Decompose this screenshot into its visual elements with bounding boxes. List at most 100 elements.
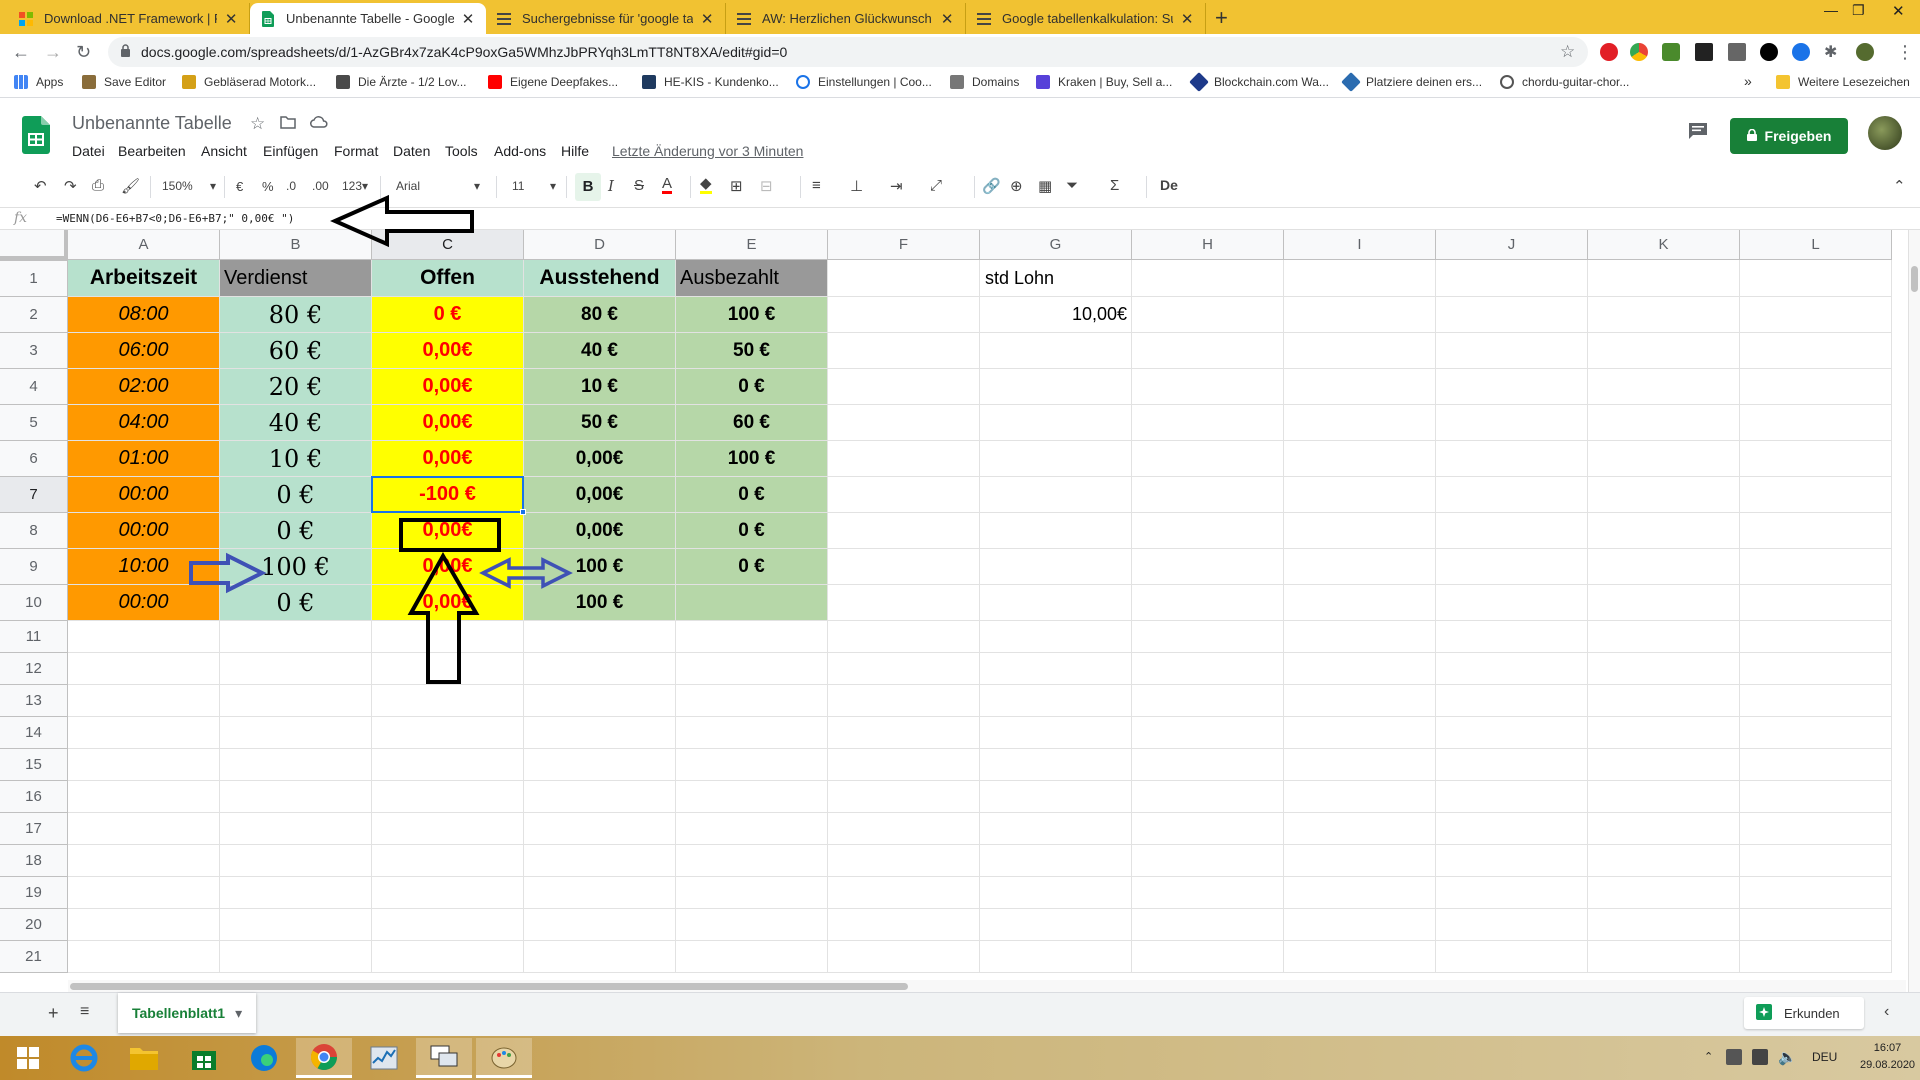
all-sheets-icon[interactable]: ≡ [80, 1003, 89, 1021]
sheet-tab[interactable]: Tabellenblatt1 ▾ [118, 993, 257, 1033]
row-header-17[interactable]: 17 [0, 813, 68, 845]
cell-g14[interactable] [980, 717, 1132, 749]
cell-e13[interactable] [676, 685, 828, 717]
cell-a7[interactable]: 00:00 [68, 477, 220, 513]
eye-extension-icon[interactable] [1760, 43, 1778, 61]
cell-h9[interactable] [1132, 549, 1284, 585]
cell-j8[interactable] [1436, 513, 1588, 549]
column-header-d[interactable]: D [524, 230, 676, 260]
cell-f1[interactable] [828, 260, 980, 297]
star-icon[interactable]: ☆ [250, 114, 265, 134]
cell-g20[interactable] [980, 909, 1132, 941]
cell-b5[interactable]: 40 € [220, 405, 372, 441]
cell-l17[interactable] [1740, 813, 1892, 845]
cell-d11[interactable] [524, 621, 676, 653]
cell-e9[interactable]: 0 € [676, 549, 828, 585]
cell-k16[interactable] [1588, 781, 1740, 813]
cell-j13[interactable] [1436, 685, 1588, 717]
minimize-icon[interactable]: — [1824, 2, 1838, 18]
cell-g6[interactable] [980, 441, 1132, 477]
cell-c17[interactable] [372, 813, 524, 845]
last-edit-link[interactable]: Letzte Änderung vor 3 Minuten [612, 143, 803, 159]
cell-h21[interactable] [1132, 941, 1284, 973]
cell-f7[interactable] [828, 477, 980, 513]
cell-i1[interactable] [1284, 260, 1436, 297]
horizontal-align-icon[interactable]: ≡ [812, 177, 821, 194]
cell-l18[interactable] [1740, 845, 1892, 877]
cell-k3[interactable] [1588, 333, 1740, 369]
cell-k7[interactable] [1588, 477, 1740, 513]
cell-d6[interactable]: 0,00€ [524, 441, 676, 477]
cell-f10[interactable] [828, 585, 980, 621]
cell-l14[interactable] [1740, 717, 1892, 749]
task-manager-icon[interactable] [356, 1038, 412, 1078]
cell-k15[interactable] [1588, 749, 1740, 781]
cell-j14[interactable] [1436, 717, 1588, 749]
cell-e20[interactable] [676, 909, 828, 941]
cell-g15[interactable] [980, 749, 1132, 781]
cell-k18[interactable] [1588, 845, 1740, 877]
cell-i19[interactable] [1284, 877, 1436, 909]
cell-b6[interactable]: 10 € [220, 441, 372, 477]
row-header-9[interactable]: 9 [0, 549, 68, 585]
cell-l5[interactable] [1740, 405, 1892, 441]
cell-j16[interactable] [1436, 781, 1588, 813]
column-header-l[interactable]: L [1740, 230, 1892, 260]
menu-einfuegen[interactable]: Einfügen [263, 143, 318, 159]
cell-b16[interactable] [220, 781, 372, 813]
cell-i20[interactable] [1284, 909, 1436, 941]
close-icon[interactable]: ✕ [699, 10, 715, 28]
cell-j1[interactable] [1436, 260, 1588, 297]
cell-e19[interactable] [676, 877, 828, 909]
cell-d17[interactable] [524, 813, 676, 845]
insert-chart-icon[interactable]: ▦ [1038, 177, 1052, 195]
merge-cells-icon[interactable]: ⊟ [760, 177, 773, 195]
cell-c9[interactable]: 0,00€ [372, 549, 524, 585]
percent-format-button[interactable]: % [262, 179, 274, 194]
cell-f12[interactable] [828, 653, 980, 685]
cell-d16[interactable] [524, 781, 676, 813]
cell-k1[interactable] [1588, 260, 1740, 297]
vertical-align-icon[interactable]: ⊥ [850, 177, 863, 195]
cell-a8[interactable]: 00:00 [68, 513, 220, 549]
avatar[interactable] [1868, 116, 1902, 150]
spreadsheet-grid[interactable]: A B C D E F G H I J K L 1 Arbeitszeit Verdienst Offen Au… [0, 230, 1920, 992]
forward-icon[interactable]: → [44, 42, 62, 63]
cell-k9[interactable] [1588, 549, 1740, 585]
cell-b2[interactable]: 80 € [220, 297, 372, 333]
cell-g12[interactable] [980, 653, 1132, 685]
cell-h10[interactable] [1132, 585, 1284, 621]
cell-d14[interactable] [524, 717, 676, 749]
cell-l13[interactable] [1740, 685, 1892, 717]
insert-link-icon[interactable]: 🔗 [982, 177, 1001, 195]
row-header-21[interactable]: 21 [0, 941, 68, 973]
cell-a19[interactable] [68, 877, 220, 909]
text-wrap-icon[interactable]: ⇥ [890, 177, 903, 195]
cell-i3[interactable] [1284, 333, 1436, 369]
cell-l12[interactable] [1740, 653, 1892, 685]
row-header-11[interactable]: 11 [0, 621, 68, 653]
cell-h5[interactable] [1132, 405, 1284, 441]
internet-explorer-icon[interactable] [56, 1038, 112, 1078]
cell-d7[interactable]: 0,00€ [524, 477, 676, 513]
bookmark-item[interactable]: HE-KIS - Kundenko... [642, 75, 779, 89]
cell-c14[interactable] [372, 717, 524, 749]
cell-l3[interactable] [1740, 333, 1892, 369]
cell-c6[interactable]: 0,00€ [372, 441, 524, 477]
borders-icon[interactable]: ⊞ [730, 177, 743, 195]
cell-i13[interactable] [1284, 685, 1436, 717]
bookmark-item[interactable]: Domains [950, 75, 1019, 89]
row-header-10[interactable]: 10 [0, 585, 68, 621]
browser-tab-tabellen[interactable]: Google tabellenkalkulation: Sum ✕ [966, 3, 1206, 34]
cell-j5[interactable] [1436, 405, 1588, 441]
address-bar[interactable]: docs.google.com/spreadsheets/d/1-AzGBr4x… [108, 37, 1588, 67]
chrome-extension-icon[interactable] [1630, 43, 1648, 61]
cell-k17[interactable] [1588, 813, 1740, 845]
system-clock[interactable]: 16:07 29.08.2020 [1860, 1040, 1915, 1074]
cell-c5[interactable]: 0,00€ [372, 405, 524, 441]
cell-e8[interactable]: 0 € [676, 513, 828, 549]
other-bookmarks[interactable]: Weitere Lesezeichen [1776, 75, 1910, 89]
menu-datei[interactable]: Datei [72, 143, 105, 159]
cell-b17[interactable] [220, 813, 372, 845]
column-header-e[interactable]: E [676, 230, 828, 260]
